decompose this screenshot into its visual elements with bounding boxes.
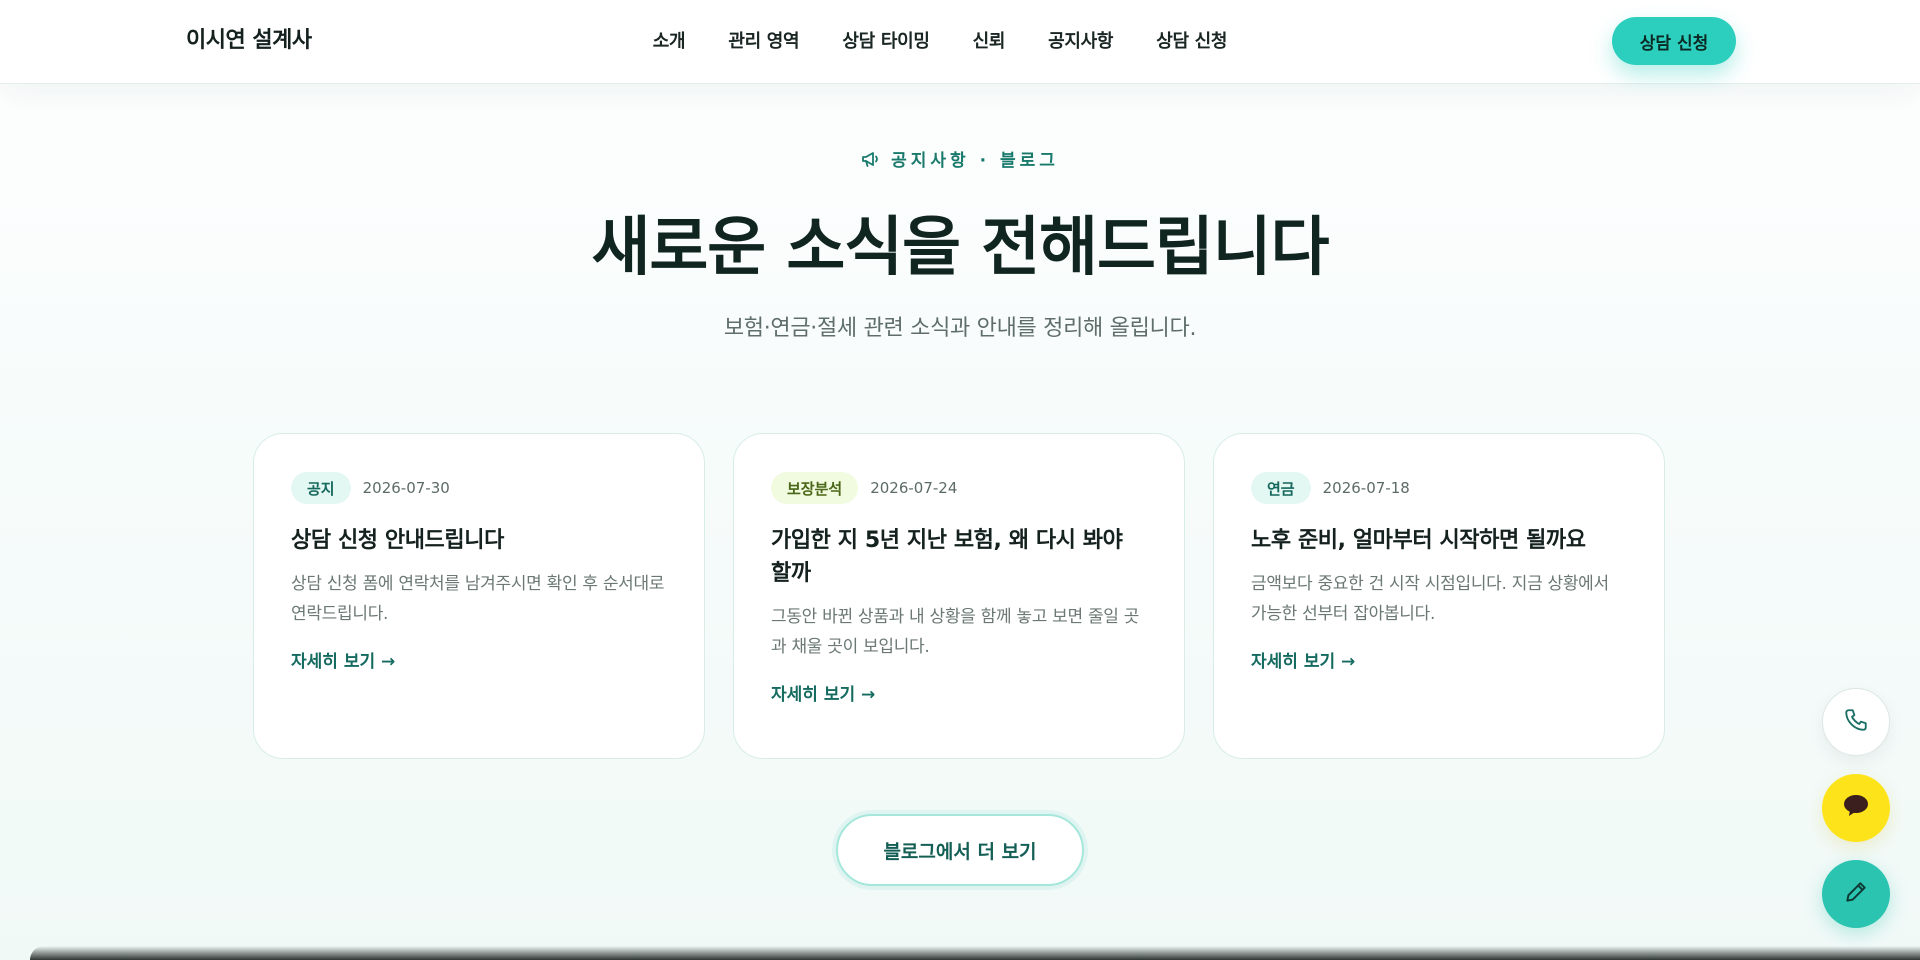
nav-item-consult-request[interactable]: 상담 신청: [1156, 27, 1227, 53]
phone-call-button[interactable]: [1822, 688, 1890, 756]
post-read-more-link[interactable]: 자세히 보기 →: [1251, 647, 1355, 672]
footer-edge: [30, 946, 1920, 960]
post-title[interactable]: 노후 준비, 얼마부터 시작하면 될까요: [1251, 524, 1627, 557]
nav-item-trust[interactable]: 신뢰: [973, 27, 1006, 53]
section-title: 새로운 소식을 전해드립니다: [591, 211, 1329, 285]
post-meta: 공지 2026-07-30: [291, 472, 667, 504]
megaphone-icon: [861, 150, 881, 168]
nav-item-notices[interactable]: 공지사항: [1048, 27, 1113, 53]
site-header: 이시연 설계사 소개 관리 영역 상담 타이밍 신뢰 공지사항 상담 신청 상담…: [0, 0, 1920, 84]
post-description: 금액보다 중요한 건 시작 시점입니다. 지금 상황에서 가능한 선부터 잡아봅…: [1251, 574, 1609, 624]
pencil-icon: [1843, 879, 1869, 909]
chat-bubble-icon: [1842, 793, 1870, 823]
post-read-more-link[interactable]: 자세히 보기 →: [771, 680, 875, 705]
nav-item-consult-timing[interactable]: 상담 타이밍: [842, 27, 930, 53]
post-title[interactable]: 상담 신청 안내드립니다: [291, 524, 667, 557]
post-tag: 보장분석: [771, 472, 859, 504]
kakao-chat-button[interactable]: [1822, 774, 1890, 842]
post-date: 2026-07-18: [1322, 479, 1410, 497]
eyebrow-label: 공지사항 · 블로그: [891, 151, 1059, 171]
post-tag: 공지: [291, 472, 351, 504]
post-meta: 보장분석 2026-07-24: [771, 472, 1147, 504]
phone-icon: [1843, 707, 1869, 737]
nav-item-management-areas[interactable]: 관리 영역: [728, 27, 799, 53]
consult-request-button[interactable]: 상담 신청: [1612, 17, 1736, 65]
write-inquiry-button[interactable]: [1822, 860, 1890, 928]
post-card[interactable]: 연금 2026-07-18 노후 준비, 얼마부터 시작하면 될까요 금액보다 …: [1213, 433, 1665, 759]
post-tag: 연금: [1251, 472, 1311, 504]
post-card[interactable]: 공지 2026-07-30 상담 신청 안내드립니다 상담 신청 폼에 연락처를…: [253, 433, 705, 759]
post-card[interactable]: 보장분석 2026-07-24 가입한 지 5년 지난 보험, 왜 다시 봐야 …: [733, 433, 1185, 759]
section-subtitle: 보험·연금·절세 관련 소식과 안내를 정리해 올립니다.: [723, 316, 1197, 341]
post-date: 2026-07-24: [870, 479, 958, 497]
section-eyebrow: 공지사항 · 블로그: [0, 146, 1920, 171]
post-date: 2026-07-30: [362, 479, 450, 497]
post-description: 그동안 바뀐 상품과 내 상황을 함께 놓고 보면 줄일 곳과 채울 곳이 보입…: [771, 607, 1140, 657]
blog-more-button[interactable]: 블로그에서 더 보기: [836, 814, 1084, 886]
post-list: 공지 2026-07-30 상담 신청 안내드립니다 상담 신청 폼에 연락처를…: [253, 433, 1665, 759]
post-meta: 연금 2026-07-18: [1251, 472, 1627, 504]
post-description: 상담 신청 폼에 연락처를 남겨주시면 확인 후 순서대로 연락드립니다.: [291, 574, 665, 624]
nav-item-intro[interactable]: 소개: [653, 27, 686, 53]
post-title[interactable]: 가입한 지 5년 지난 보험, 왜 다시 봐야 할까: [771, 524, 1147, 590]
post-read-more-link[interactable]: 자세히 보기 →: [291, 647, 395, 672]
